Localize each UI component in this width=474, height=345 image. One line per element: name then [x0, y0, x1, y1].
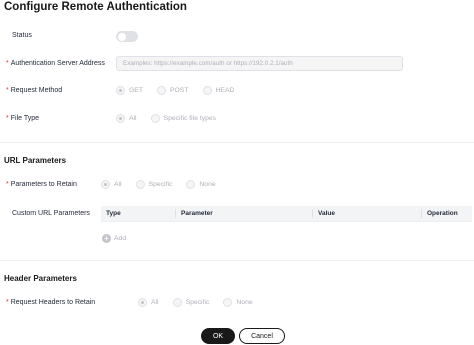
parameters-retain-radio-group: All Specific None [101, 180, 230, 189]
radio-circle [116, 114, 125, 123]
file-type-label: * File Type [6, 115, 40, 122]
parameters-to-retain-label: * Parameters to Retain [6, 181, 77, 188]
column-separator [312, 209, 313, 218]
ok-button[interactable]: OK [201, 328, 235, 344]
column-operation: Operation [427, 210, 458, 217]
cancel-button[interactable]: Cancel [239, 328, 285, 344]
auth-server-input[interactable] [123, 60, 402, 67]
radio-circle [101, 180, 110, 189]
radio-head[interactable]: HEAD [202, 86, 234, 95]
radio-circle [150, 114, 160, 123]
column-value: Value [318, 210, 335, 217]
status-label: Status [12, 32, 32, 39]
section-divider [0, 142, 474, 143]
radio-circle [186, 180, 196, 189]
radio-headers-all[interactable]: All [138, 298, 159, 307]
radio-get[interactable]: GET [116, 86, 143, 95]
column-separator [421, 209, 422, 218]
request-method-radio-group: GET POST HEAD [116, 86, 248, 95]
required-marker: * [6, 115, 9, 122]
request-headers-retain-label: * Request Headers to Retain [6, 299, 96, 306]
radio-post[interactable]: POST [156, 86, 189, 95]
radio-all-files[interactable]: All [116, 114, 137, 123]
required-marker: * [6, 299, 9, 306]
required-marker: * [6, 87, 9, 94]
required-marker: * [6, 60, 9, 67]
auth-server-label: * Authentication Server Address [6, 60, 105, 67]
page-title: Configure Remote Authentication [4, 1, 187, 13]
column-separator [175, 209, 176, 218]
radio-circle [202, 86, 212, 95]
status-toggle[interactable] [116, 31, 138, 42]
radio-headers-specific[interactable]: Specific [172, 298, 209, 307]
radio-circle [223, 298, 233, 307]
table-bottom-border [101, 221, 472, 222]
auth-server-field[interactable] [116, 56, 403, 71]
radio-params-none[interactable]: None [186, 180, 216, 189]
radio-params-all[interactable]: All [101, 180, 122, 189]
file-type-radio-group: All Specific file types [116, 114, 230, 123]
headers-retain-radio-group: All Specific None [138, 298, 267, 307]
request-method-label: * Request Method [6, 87, 63, 94]
radio-circle [135, 180, 145, 189]
radio-headers-none[interactable]: None [223, 298, 253, 307]
section-divider [0, 260, 474, 261]
url-parameters-heading: URL Parameters [4, 156, 67, 165]
radio-params-specific[interactable]: Specific [135, 180, 172, 189]
required-marker: * [6, 181, 9, 188]
radio-circle [156, 86, 166, 95]
toggle-knob [118, 32, 126, 41]
header-parameters-heading: Header Parameters [4, 274, 77, 283]
radio-circle [138, 298, 147, 307]
plus-icon: + [102, 234, 111, 243]
column-parameter: Parameter [181, 210, 213, 217]
url-params-table-header: Type Parameter Value Operation [101, 206, 472, 221]
custom-url-parameters-label: Custom URL Parameters [12, 210, 90, 217]
radio-circle [116, 86, 125, 95]
radio-specific-file-types[interactable]: Specific file types [150, 114, 216, 123]
column-type: Type [106, 210, 121, 217]
add-parameter-button[interactable]: + Add [102, 234, 126, 243]
radio-circle [172, 298, 182, 307]
